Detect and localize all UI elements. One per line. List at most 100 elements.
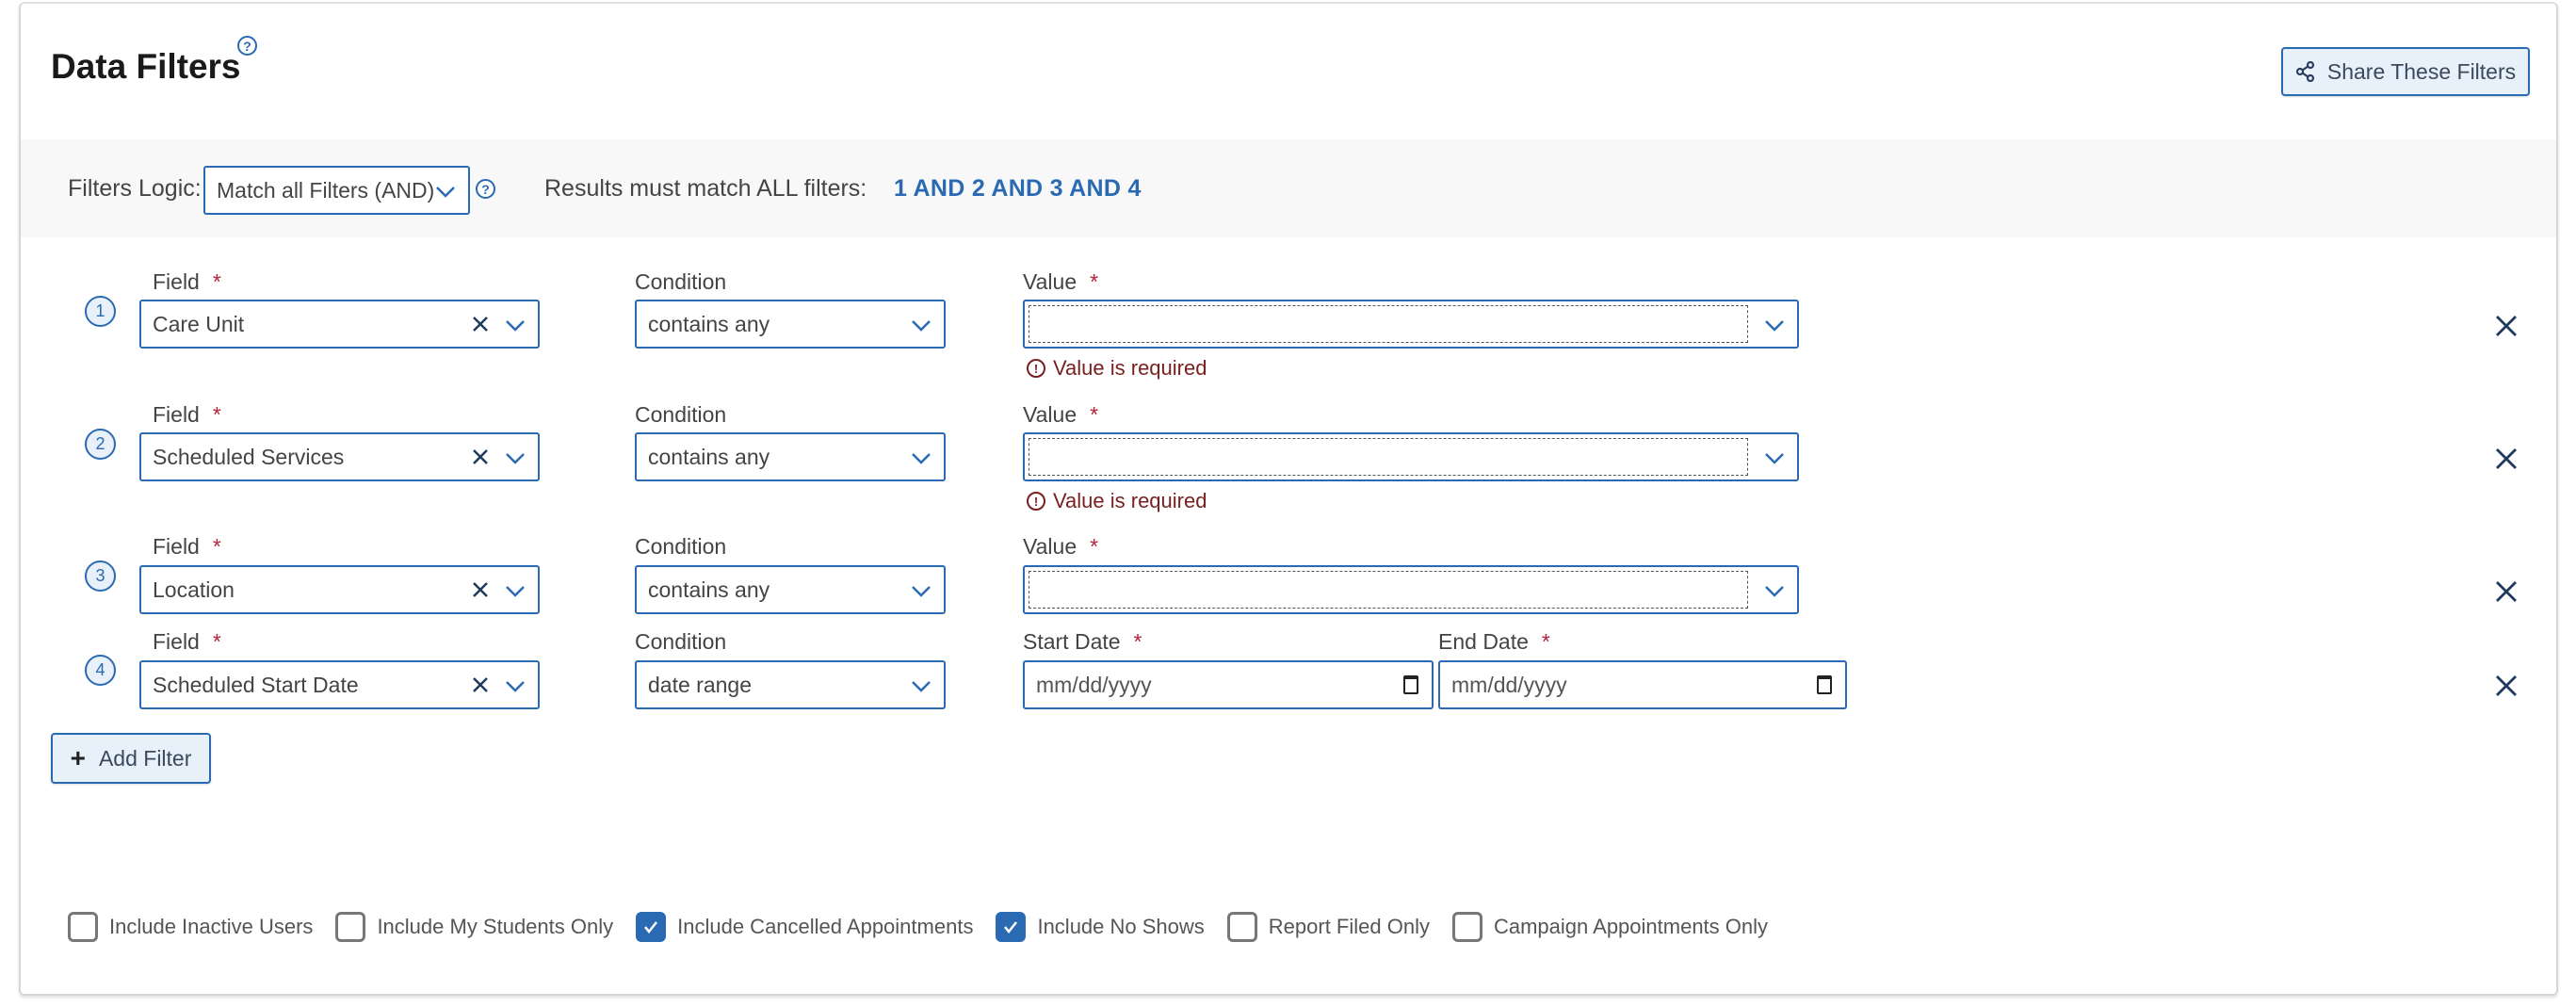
value-label: Value * <box>1023 269 1098 295</box>
condition-label: Condition <box>635 402 727 427</box>
required-marker: * <box>1090 402 1099 427</box>
field-label-text: Field <box>153 269 200 294</box>
field-label-text: Field <box>153 402 200 427</box>
field-select[interactable]: Scheduled Services <box>139 432 540 481</box>
end-date-placeholder: mm/dd/yyyy <box>1451 672 1567 697</box>
required-marker: * <box>1090 269 1099 294</box>
chevron-down-icon <box>506 320 525 332</box>
value-select[interactable] <box>1023 565 1799 614</box>
field-value: Scheduled Start Date <box>153 672 359 697</box>
condition-select[interactable]: contains any <box>635 432 946 481</box>
filters-logic-select[interactable]: Match all Filters (AND) <box>203 166 470 215</box>
filters-logic-bar: Filters Logic: Match all Filters (AND) ?… <box>21 139 2556 237</box>
option-label: Include No Shows <box>1037 915 1205 938</box>
share-icon <box>2295 61 2314 82</box>
field-label-text: Field <box>153 534 200 559</box>
page-title: Data Filters <box>51 47 241 86</box>
condition-select[interactable]: contains any <box>635 565 946 614</box>
field-value: Location <box>153 577 235 602</box>
chevron-down-icon <box>506 453 525 464</box>
condition-value: contains any <box>648 311 770 336</box>
chevron-down-icon <box>912 453 931 464</box>
value-label: Value * <box>1023 534 1098 560</box>
required-marker: * <box>212 534 221 559</box>
condition-select[interactable]: contains any <box>635 300 946 349</box>
option-campaign-appointments-only[interactable]: Campaign Appointments Only <box>1451 912 1769 942</box>
checkbox[interactable] <box>1226 912 1257 942</box>
chevron-down-icon <box>506 586 525 597</box>
remove-filter-icon[interactable] <box>2492 312 2520 340</box>
option-include-no-shows[interactable]: Include No Shows <box>996 912 1205 942</box>
clear-icon[interactable] <box>470 447 491 467</box>
value-input[interactable] <box>1029 305 1748 343</box>
option-report-filed-only[interactable]: Report Filed Only <box>1226 912 1430 942</box>
field-select[interactable]: Scheduled Start Date <box>139 660 540 709</box>
filter-number-4: 4 <box>85 655 116 686</box>
error-text: Value is required <box>1053 489 1207 512</box>
clear-icon[interactable] <box>470 674 491 695</box>
option-label: Campaign Appointments Only <box>1493 915 1769 938</box>
checkbox[interactable] <box>636 912 667 942</box>
chevron-down-icon <box>912 586 931 597</box>
condition-value: contains any <box>648 577 770 602</box>
share-filters-label: Share These Filters <box>2326 58 2517 84</box>
plus-icon: + <box>70 743 86 772</box>
value-input[interactable] <box>1029 571 1748 609</box>
clear-icon[interactable] <box>470 314 491 334</box>
condition-value: contains any <box>648 444 770 469</box>
required-marker: * <box>212 402 221 427</box>
remove-filter-icon[interactable] <box>2492 445 2520 473</box>
calendar-icon[interactable] <box>1403 675 1418 694</box>
add-filter-button[interactable]: + Add Filter <box>51 733 211 784</box>
option-label: Include Inactive Users <box>109 915 314 938</box>
checkbox[interactable] <box>996 912 1027 942</box>
value-label-text: Value <box>1023 402 1077 427</box>
checkmark-icon <box>644 921 658 934</box>
value-label-text: Value <box>1023 269 1077 294</box>
field-label: Field * <box>153 269 221 295</box>
end-date-input[interactable]: mm/dd/yyyy <box>1438 660 1847 709</box>
option-include-inactive-users[interactable]: Include Inactive Users <box>68 912 313 942</box>
remove-filter-icon[interactable] <box>2492 672 2520 700</box>
remove-filter-icon[interactable] <box>2492 577 2520 606</box>
required-marker: * <box>212 629 221 654</box>
question-circle-icon[interactable]: ? <box>476 179 495 199</box>
filters-logic-value: Match all Filters (AND) <box>217 177 435 203</box>
required-marker: * <box>1090 534 1099 559</box>
error-text: Value is required <box>1053 356 1207 380</box>
value-error: ! Value is required <box>1027 356 1207 381</box>
clear-icon[interactable] <box>470 579 491 600</box>
chevron-down-icon <box>506 681 525 692</box>
value-select[interactable] <box>1023 432 1799 481</box>
required-marker: * <box>1541 629 1550 654</box>
value-input[interactable] <box>1029 438 1748 476</box>
field-label: Field * <box>153 402 221 428</box>
chevron-down-icon <box>1765 586 1784 597</box>
field-select[interactable]: Location <box>139 565 540 614</box>
checkbox[interactable] <box>335 912 366 942</box>
checkbox[interactable] <box>1451 912 1482 942</box>
checkbox[interactable] <box>68 912 98 942</box>
error-icon: ! <box>1027 492 1045 511</box>
value-select[interactable] <box>1023 300 1799 349</box>
start-date-placeholder: mm/dd/yyyy <box>1036 672 1152 697</box>
condition-label: Condition <box>635 629 727 654</box>
field-select[interactable]: Care Unit <box>139 300 540 349</box>
filters-logic-label: Filters Logic: <box>68 175 202 202</box>
condition-select[interactable]: date range <box>635 660 946 709</box>
required-marker: * <box>1133 629 1142 654</box>
end-date-label: End Date * <box>1438 629 1550 655</box>
field-label: Field * <box>153 534 221 560</box>
filter-number-2: 2 <box>85 429 116 460</box>
option-include-cancelled-appointments[interactable]: Include Cancelled Appointments <box>636 912 973 942</box>
share-filters-button[interactable]: Share These Filters <box>2281 47 2530 96</box>
option-include-my-students-only[interactable]: Include My Students Only <box>335 912 613 942</box>
required-marker: * <box>212 269 221 294</box>
option-label: Include My Students Only <box>377 915 614 938</box>
option-label: Report Filed Only <box>1268 915 1430 938</box>
filter-number-3: 3 <box>85 560 116 592</box>
question-circle-icon[interactable]: ? <box>237 36 257 56</box>
filter-number-1: 1 <box>85 296 116 327</box>
start-date-input[interactable]: mm/dd/yyyy <box>1023 660 1434 709</box>
calendar-icon[interactable] <box>1817 675 1832 694</box>
